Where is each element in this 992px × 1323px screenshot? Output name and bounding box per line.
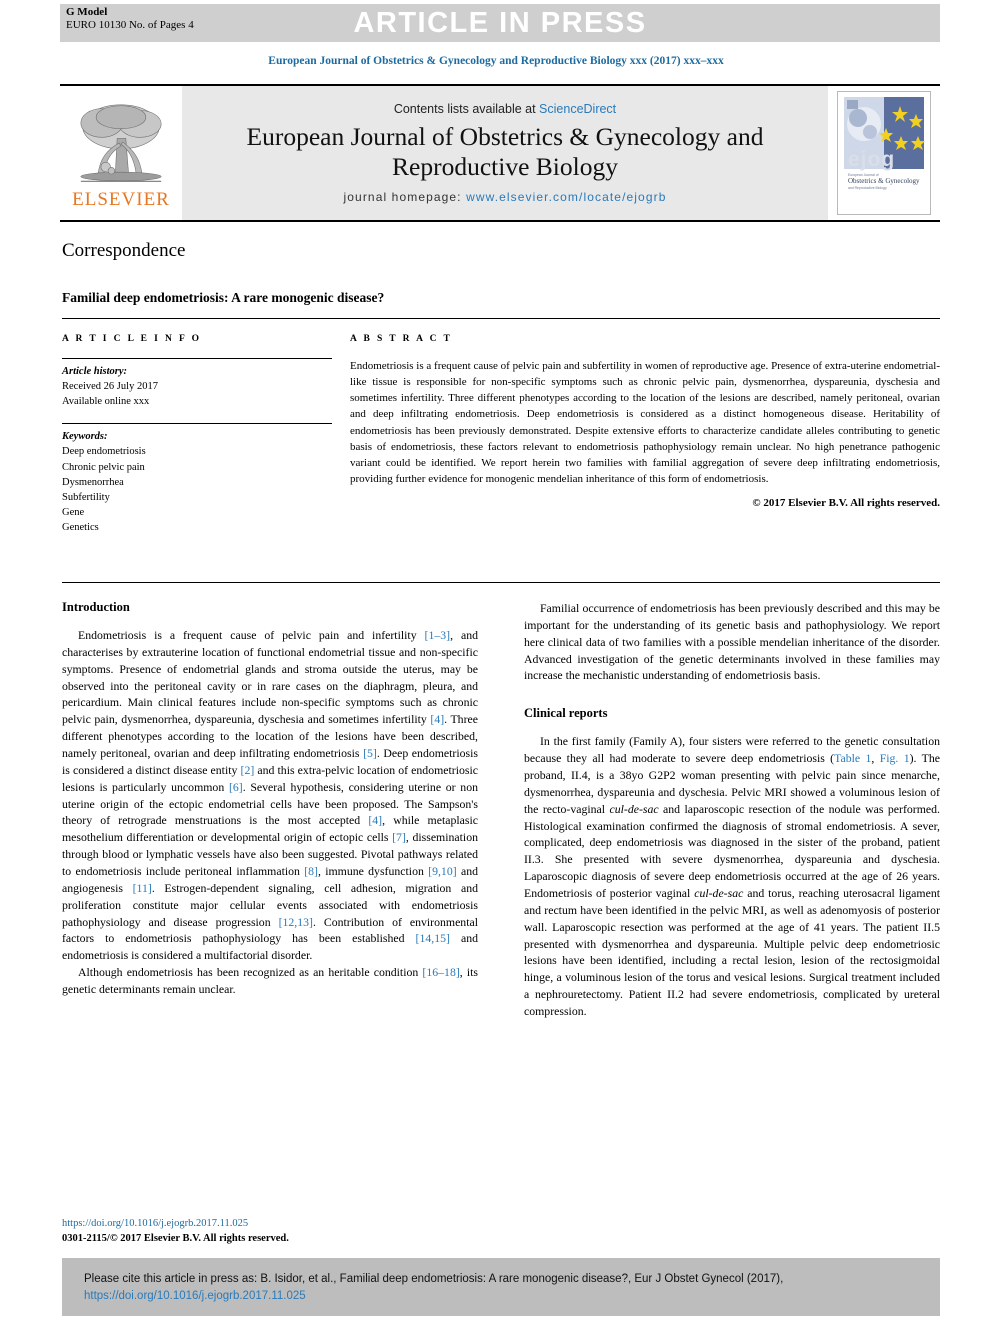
homepage-url-link[interactable]: www.elsevier.com/locate/ejogrb [466, 190, 666, 204]
doi-link[interactable]: https://doi.org/10.1016/j.ejogrb.2017.11… [62, 1216, 289, 1231]
figure-link[interactable]: Fig. 1 [880, 751, 910, 765]
keyword-item: Gene [62, 506, 85, 518]
cite-text-body: Please cite this article in press as: B.… [84, 1273, 784, 1285]
doi-footer-block: https://doi.org/10.1016/j.ejogrb.2017.11… [62, 1216, 289, 1246]
citation-ref[interactable]: [1–3] [425, 628, 451, 642]
journal-cover-thumbnail: ejog European Journal of Obstetrics & Gy… [837, 91, 931, 215]
homepage-label: journal homepage: [343, 190, 467, 205]
abstract-text: Endometriosis is a frequent cause of pel… [350, 360, 940, 486]
article-history-received: Received 26 July 2017 [62, 381, 158, 393]
cite-text: Please cite this article in press as: B.… [84, 1271, 918, 1306]
citation-ref[interactable]: [5] [363, 746, 377, 760]
euro-id-line: EURO 10130 No. of Pages 4 [66, 18, 194, 31]
journal-cover-art: ejog European Journal of Obstetrics & Gy… [838, 92, 930, 214]
clinical-frag: and torus, reaching uterosacral ligament… [524, 886, 941, 1019]
cite-doi-link[interactable]: https://doi.org/10.1016/j.ejogrb.2017.11… [84, 1290, 306, 1302]
contents-list-line: Contents lists available at ScienceDirec… [394, 102, 616, 116]
info-divider-top [62, 358, 332, 359]
journal-masthead: ELSEVIER Contents lists available at Sci… [60, 84, 940, 222]
contents-prefix: Contents lists available at [393, 101, 540, 116]
body-divider [62, 582, 940, 583]
journal-title-line-2: Reproductive Biology [392, 151, 618, 181]
citation-ref[interactable]: [4] [430, 712, 444, 726]
svg-text:ejog: ejog [848, 148, 895, 171]
journal-running-head: European Journal of Obstetrics & Gynecol… [268, 55, 724, 67]
citation-ref[interactable]: [12,13] [279, 915, 313, 929]
latin-term: cul-de-sac [609, 801, 659, 816]
citation-ref[interactable]: [9,10] [428, 864, 457, 878]
g-model-block: G Model EURO 10130 No. of Pages 4 [66, 6, 194, 32]
intro-frag: Endometriosis is a frequent cause of pel… [78, 628, 425, 642]
keyword-item: Subfertility [62, 491, 110, 503]
intro-paragraph-1: Endometriosis is a frequent cause of pel… [62, 627, 478, 964]
article-history-block: Article history: Received 26 July 2017 A… [62, 364, 332, 409]
keyword-item: Deep endometriosis [62, 446, 146, 458]
g-model-line: G Model [66, 6, 108, 18]
sciencedirect-link[interactable]: ScienceDirect [539, 102, 616, 116]
latin-term: cul-de-sac [694, 886, 744, 901]
journal-homepage-line: journal homepage: www.elsevier.com/locat… [344, 190, 667, 204]
citation-ref[interactable]: [7] [392, 830, 406, 844]
elsevier-wordmark: ELSEVIER [72, 188, 170, 210]
table-link[interactable]: Table 1 [834, 751, 871, 765]
journal-title: European Journal of Obstetrics & Gynecol… [247, 122, 764, 181]
cite-this-article-box: Please cite this article in press as: B.… [62, 1258, 940, 1316]
intro-frag: , and characterises by extrauterine loca… [62, 628, 478, 727]
abstract-heading: A B S T R A C T [350, 334, 453, 344]
elsevier-tree-icon [80, 103, 162, 182]
keywords-label: Keywords: [62, 431, 108, 443]
body-column-right: Familial occurrence of endometriosis has… [524, 600, 940, 1020]
body-column-left: Introduction Endometriosis is a frequent… [62, 600, 478, 1020]
section-kind-heading: Correspondence [62, 240, 186, 261]
citation-ref[interactable]: [6] [229, 780, 243, 794]
info-divider-mid [62, 423, 332, 425]
heading-introduction: Introduction [62, 600, 130, 614]
elsevier-logo: ELSEVIER [60, 86, 182, 220]
article-info-column: A R T I C L E I N F O Article history: R… [62, 334, 332, 535]
article-info-heading: A R T I C L E I N F O [62, 334, 202, 344]
citation-ref[interactable]: [16–18] [422, 965, 459, 979]
article-history-label: Article history: [62, 366, 128, 377]
abstract-column: A B S T R A C T Endometriosis is a frequ… [332, 334, 940, 535]
article-in-press-label: ARTICLE IN PRESS [353, 6, 647, 39]
citation-ref[interactable]: [4] [368, 813, 382, 827]
heading-clinical-reports: Clinical reports [524, 706, 608, 721]
journal-title-line-1: European Journal of Obstetrics & Gynecol… [246, 121, 764, 151]
keyword-item: Genetics [62, 521, 99, 533]
citation-ref[interactable]: [14,15] [416, 931, 450, 945]
masthead-right: ejog European Journal of Obstetrics & Gy… [828, 86, 940, 220]
intro-paragraph-2: Although endometriosis has been recogniz… [62, 964, 478, 998]
keyword-item: Chronic pelvic pain [62, 461, 145, 473]
masthead-center: Contents lists available at ScienceDirec… [182, 86, 828, 220]
article-meta-section: A R T I C L E I N F O Article history: R… [62, 334, 940, 535]
intro-frag: Although endometriosis has been recogniz… [78, 965, 423, 980]
clinical-frag: , [871, 751, 880, 766]
body-columns: Introduction Endometriosis is a frequent… [62, 600, 940, 1020]
svg-text:and Reproductive Biology: and Reproductive Biology [848, 186, 887, 190]
citation-ref[interactable]: [2] [241, 763, 255, 777]
article-history-online: Available online xxx [62, 396, 150, 408]
title-divider [62, 318, 940, 319]
right-paragraph-1: Familial occurrence of endometriosis has… [524, 601, 940, 683]
keyword-item: Dysmenorrhea [62, 476, 124, 488]
citation-ref[interactable]: [11] [133, 881, 152, 895]
keywords-block: Keywords: Deep endometriosis Chronic pel… [62, 429, 332, 535]
svg-text:Obstetrics & Gynecology: Obstetrics & Gynecology [848, 177, 920, 185]
intro-frag: , immune dysfunction [317, 864, 429, 879]
citation-ref[interactable]: [8] [304, 864, 318, 878]
abstract-copyright: © 2017 Elsevier B.V. All rights reserved… [752, 497, 940, 510]
issn-copyright-line: 0301-2115/© 2017 Elsevier B.V. All right… [62, 1233, 289, 1245]
page-title: Familial deep endometriosis: A rare mono… [62, 290, 385, 305]
clinical-paragraph-1: In the first family (Family A), four sis… [524, 733, 940, 1020]
